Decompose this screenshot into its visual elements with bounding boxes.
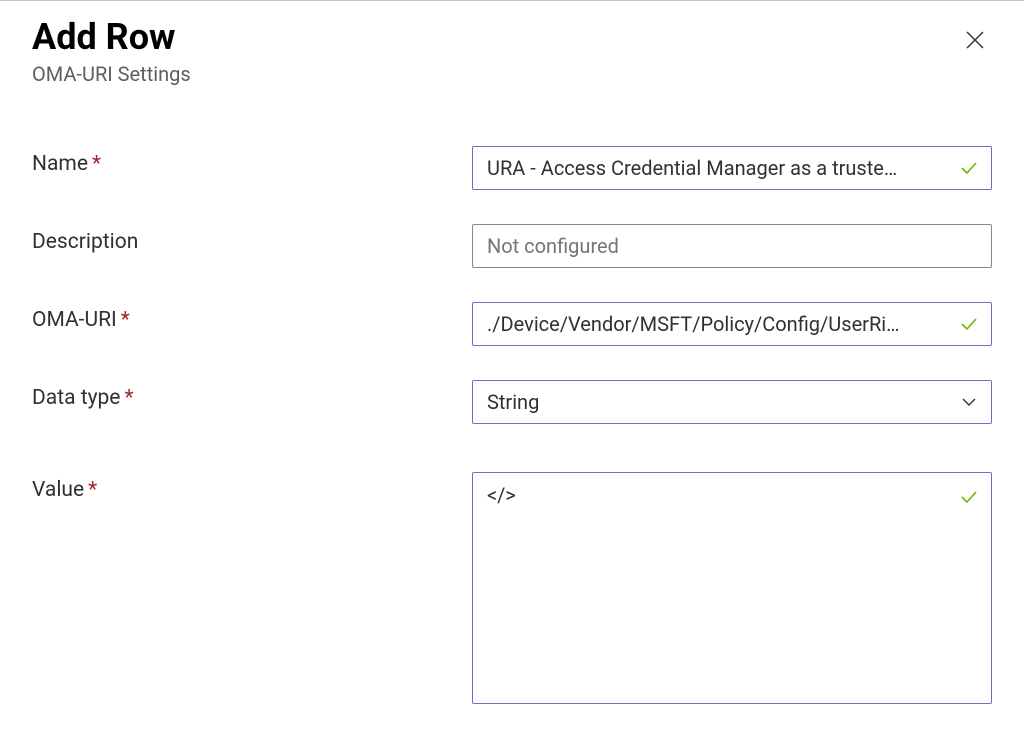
data-type-select[interactable]: String [472, 380, 992, 424]
checkmark-icon [959, 314, 979, 334]
label-text: Data type [32, 386, 120, 410]
form: Name* URA - Access Credential Manager as… [32, 146, 992, 704]
oma-uri-input-text: ./Device/Vendor/MSFT/Policy/Config/UserR… [487, 312, 951, 336]
field-oma-uri: ./Device/Vendor/MSFT/Policy/Config/UserR… [472, 302, 992, 346]
label-text: Description [32, 230, 138, 254]
required-marker: * [92, 152, 101, 176]
row-name: Name* URA - Access Credential Manager as… [32, 146, 992, 190]
row-value: Value* </> [32, 472, 992, 704]
close-button[interactable] [958, 23, 992, 57]
panel-subtitle: OMA-URI Settings [32, 62, 191, 86]
required-marker: * [124, 386, 133, 410]
name-input[interactable]: URA - Access Credential Manager as a tru… [472, 146, 992, 190]
label-value: Value* [32, 472, 472, 502]
data-type-selected: String [487, 390, 539, 414]
description-input-text[interactable] [487, 234, 951, 258]
field-description [472, 224, 992, 268]
panel-header: Add Row OMA-URI Settings [32, 17, 992, 86]
label-data-type: Data type* [32, 380, 472, 410]
header-text-block: Add Row OMA-URI Settings [32, 17, 191, 86]
field-value: </> [472, 472, 992, 704]
row-data-type: Data type* String [32, 380, 992, 424]
required-marker: * [121, 308, 130, 332]
oma-uri-input[interactable]: ./Device/Vendor/MSFT/Policy/Config/UserR… [472, 302, 992, 346]
checkmark-icon [959, 487, 979, 507]
value-textarea[interactable]: </> [472, 472, 992, 704]
label-text: OMA-URI [32, 308, 117, 332]
add-row-panel: Add Row OMA-URI Settings Name* URA - Acc… [0, 1, 1024, 704]
required-marker: * [88, 478, 97, 502]
value-textarea-text: </> [487, 483, 951, 507]
chevron-down-icon [959, 392, 979, 412]
field-name: URA - Access Credential Manager as a tru… [472, 146, 992, 190]
label-text: Value [32, 478, 84, 502]
panel-title: Add Row [32, 17, 191, 58]
label-description: Description [32, 224, 472, 254]
label-oma-uri: OMA-URI* [32, 302, 472, 332]
name-input-text: URA - Access Credential Manager as a tru… [487, 156, 951, 180]
row-description: Description [32, 224, 992, 268]
close-icon [964, 29, 986, 51]
field-data-type: String [472, 380, 992, 424]
description-input[interactable] [472, 224, 992, 268]
label-text: Name [32, 152, 88, 176]
row-oma-uri: OMA-URI* ./Device/Vendor/MSFT/Policy/Con… [32, 302, 992, 346]
checkmark-icon [959, 158, 979, 178]
label-name: Name* [32, 146, 472, 176]
